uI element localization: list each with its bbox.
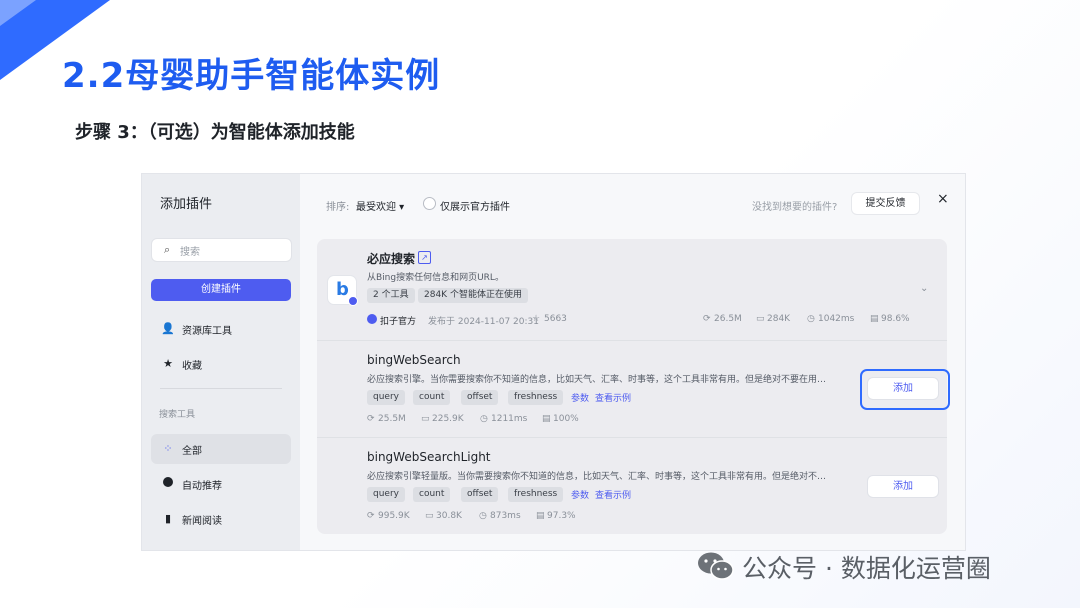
plugin-calls: 26.5M (714, 314, 742, 324)
tool-latency: 873ms (490, 511, 521, 521)
plugin-bots: 284K (767, 314, 791, 324)
clock-icon: ◷ (480, 414, 488, 424)
plugin-description: 从Bing搜索任何信息和网页URL。 (367, 273, 504, 283)
plugin-tag: 284K 个智能体正在使用 (418, 288, 528, 303)
search-placeholder: 搜索 (180, 247, 200, 258)
tool-bots: 225.9K (432, 414, 464, 424)
star-icon: ★ (163, 357, 173, 370)
person-icon: 👤 (161, 322, 175, 335)
bots-icon: ▭ (756, 314, 765, 324)
highlight-box (860, 369, 950, 410)
sidebar: 添加插件 ⌕ 搜索 创建插件 👤 资源库工具 ★ 收藏 搜索工具 ⁘ 全部 自动… (142, 174, 300, 550)
view-example-link[interactable]: 查看示例 (595, 488, 631, 501)
plugin-published: 发布于 2024-11-07 20:31 (428, 317, 539, 327)
tool-latency: 1211ms (491, 414, 528, 424)
calls-icon: ⟳ (703, 314, 711, 324)
official-badge-icon (367, 314, 377, 324)
tool-name: bingWebSearchLight (367, 450, 491, 464)
add-tool-button[interactable]: 添加 (868, 476, 938, 497)
plugin-success: 98.6% (881, 314, 910, 324)
params-link[interactable]: 参数 (571, 488, 589, 501)
success-icon: ▤ (536, 511, 545, 521)
sidebar-divider (160, 388, 282, 389)
tool-description: 必应搜索引擎。当你需要搜索你不知道的信息，比如天气、汇率、时事等，这个工具非常有… (367, 375, 827, 385)
feedback-button[interactable]: 提交反馈 (852, 193, 919, 214)
watermark-text: 公众号 · 数据化运营圈 (742, 554, 991, 583)
create-plugin-button[interactable]: 创建插件 (151, 279, 291, 301)
view-example-link[interactable]: 查看示例 (595, 391, 631, 404)
sidebar-item-label: 全部 (182, 446, 202, 457)
not-found-text: 没找到想要的插件? (752, 202, 838, 213)
tool-calls: 25.5M (378, 414, 406, 424)
tool-description: 必应搜索引擎轻量版。当你需要搜索你不知道的信息，比如天气、汇率、时事等，这个工具… (367, 472, 827, 482)
bots-icon: ▭ (421, 414, 430, 424)
plugin-name: 必应搜索 (367, 252, 416, 266)
sidebar-item-label: 资源库工具 (182, 326, 232, 337)
plugin-author: 扣子官方 (380, 317, 417, 327)
param-tag: count (413, 390, 451, 405)
sidebar-item-news[interactable]: ▮ 新闻阅读 (151, 504, 291, 534)
grid-icon: ⁘ (163, 442, 173, 455)
param-tag: offset (461, 390, 499, 405)
plugin-latency: 1042ms (818, 314, 855, 324)
param-tag: freshness (508, 390, 564, 405)
wechat-icon (698, 552, 734, 580)
newspaper-icon: ▮ (164, 512, 172, 525)
success-icon: ▤ (542, 414, 551, 424)
sidebar-item-all[interactable]: ⁘ 全部 (151, 434, 291, 464)
param-tag: count (413, 487, 451, 502)
slide-title: 2.2母婴助手智能体实例 (62, 56, 441, 96)
bing-logo-icon: b (328, 276, 358, 306)
divider (317, 340, 947, 341)
param-tag: query (367, 487, 405, 502)
sort-label: 排序: (326, 202, 350, 213)
sidebar-item-label: 收藏 (182, 361, 202, 372)
slide-subtitle: 步骤 3：（可选）为智能体添加技能 (75, 122, 355, 143)
divider (317, 437, 947, 438)
chevron-down-icon[interactable]: ⌄ (920, 283, 928, 294)
clock-icon: ◷ (807, 314, 815, 324)
tool-bots: 30.8K (436, 511, 462, 521)
close-icon[interactable]: × (937, 191, 949, 207)
param-tag: offset (461, 487, 499, 502)
tool-name: bingWebSearch (367, 353, 461, 367)
param-tag: query (367, 390, 405, 405)
calls-icon: ⟳ (367, 511, 375, 521)
calls-icon: ⟳ (367, 414, 375, 424)
tool-calls: 995.9K (378, 511, 410, 521)
auto-recommend-icon (161, 477, 175, 490)
sidebar-item-library-tools[interactable]: 👤 资源库工具 (151, 314, 291, 344)
corner-decoration-light (0, 0, 36, 26)
official-only-radio[interactable] (423, 197, 436, 210)
plugin-stars: 5663 (544, 314, 567, 324)
sidebar-header: 添加插件 (160, 197, 213, 212)
plugin-tag: 2 个工具 (367, 288, 415, 303)
clock-icon: ◷ (479, 511, 487, 521)
sidebar-item-label: 自动推荐 (182, 481, 222, 492)
official-only-label[interactable]: 仅展示官方插件 (440, 198, 510, 213)
param-tag: freshness (508, 487, 564, 502)
sidebar-item-favorites[interactable]: ★ 收藏 (151, 349, 291, 379)
search-icon: ⌕ (164, 243, 171, 256)
sort-dropdown[interactable]: 最受欢迎 ▾ (356, 198, 404, 213)
star-icon: ☆ (532, 314, 541, 324)
sidebar-group-label: 搜索工具 (159, 410, 196, 420)
plugin-dialog-screenshot: 添加插件 ⌕ 搜索 创建插件 👤 资源库工具 ★ 收藏 搜索工具 ⁘ 全部 自动… (142, 174, 965, 550)
search-input[interactable]: ⌕ 搜索 (151, 238, 292, 262)
sidebar-item-label: 新闻阅读 (182, 516, 222, 527)
open-link-icon[interactable]: ↗ (418, 251, 431, 264)
plugin-list-panel: 排序: 最受欢迎 ▾ 仅展示官方插件 没找到想要的插件? 提交反馈 × b 必应… (300, 174, 965, 550)
plugin-card: b 必应搜索 ↗ 从Bing搜索任何信息和网页URL。 2 个工具 284K 个… (317, 239, 947, 534)
tool-success: 100% (553, 414, 579, 424)
tool-success: 97.3% (547, 511, 576, 521)
bots-icon: ▭ (425, 511, 434, 521)
params-link[interactable]: 参数 (571, 391, 589, 404)
sidebar-item-auto-recommend[interactable]: 自动推荐 (151, 469, 291, 499)
success-icon: ▤ (870, 314, 879, 324)
